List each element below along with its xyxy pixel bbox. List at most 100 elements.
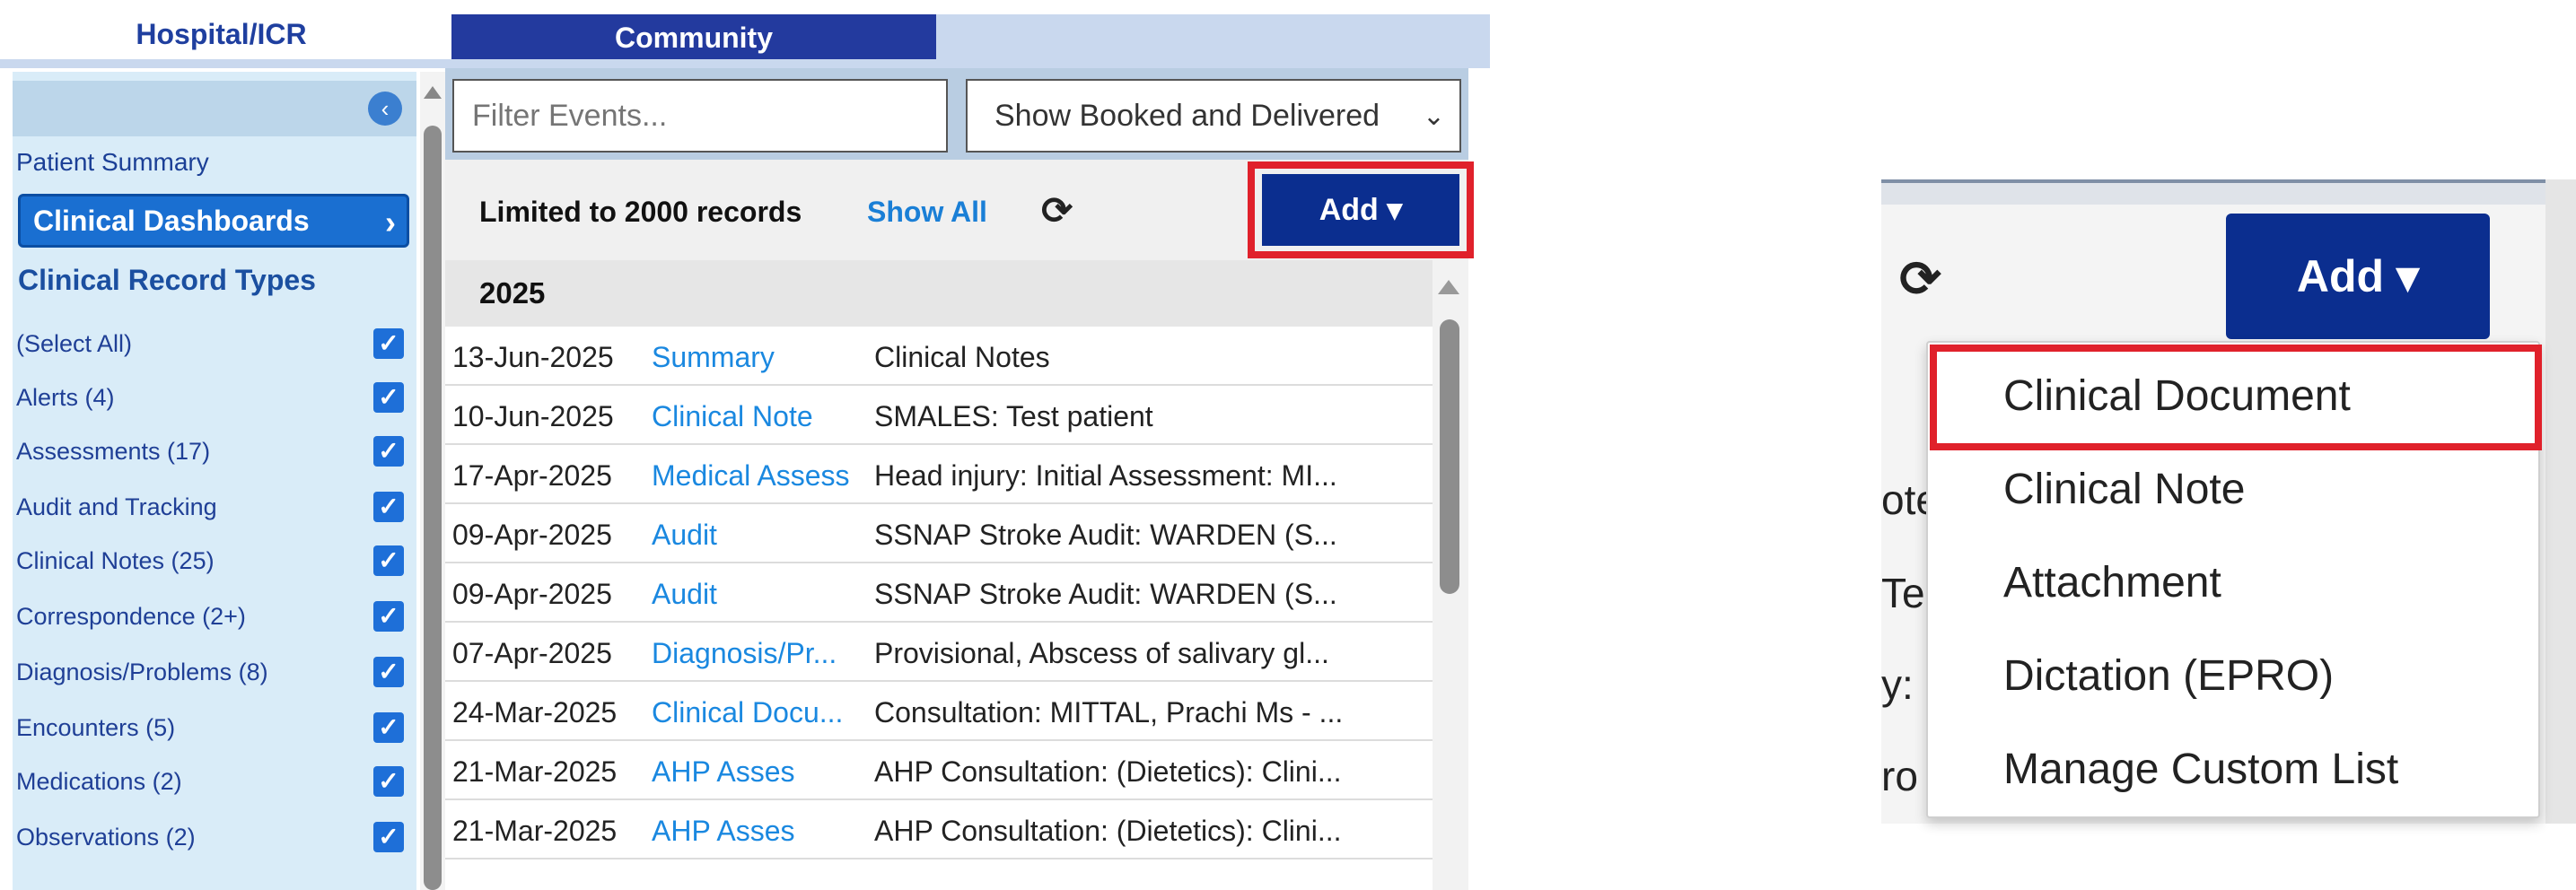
event-summary: AHP Consultation: (Dietetics): Clini... [874,815,1342,847]
checkmark-icon: ✓ [378,493,399,520]
checkmark-icon: ✓ [378,383,399,411]
record-type-label: Diagnosis/Problems (8) [16,659,268,685]
add-button[interactable]: Add ▾ [1262,174,1459,246]
checkmark-icon: ✓ [378,823,399,851]
event-type-link[interactable]: Clinical Note [652,400,867,433]
event-date: 21-Mar-2025 [452,755,618,788]
sidebar-item-clinical-dashboards[interactable]: Clinical Dashboards › [18,194,409,248]
scroll-up-arrow-icon[interactable] [424,86,442,99]
record-type-audit-tracking[interactable]: Audit and Tracking ✓ [13,481,407,537]
event-date: 13-Jun-2025 [452,341,614,373]
scroll-up-arrow-icon[interactable] [1438,280,1459,294]
record-type-observations[interactable]: Observations (2) ✓ [13,811,407,867]
event-row[interactable]: 10-Jun-2025 Clinical Note SMALES: Test p… [445,386,1433,445]
tab-hospital-icr[interactable]: Hospital/ICR [0,0,442,68]
checkmark-icon: ✓ [378,602,399,630]
select-value: Show Booked and Delivered [994,98,1380,133]
record-type-select-all[interactable]: (Select All) ✓ [13,318,407,373]
record-type-label: Clinical Notes (25) [16,547,215,574]
collapse-sidebar-button[interactable]: ‹ [368,92,402,126]
checkbox[interactable]: ✓ [373,822,404,852]
record-type-encounters[interactable]: Encounters (5) ✓ [13,702,407,757]
checkbox[interactable]: ✓ [373,545,404,576]
checkmark-icon: ✓ [378,767,399,795]
event-row[interactable]: 13-Jun-2025 Summary Clinical Notes [445,327,1433,386]
zoom-top-strip [1881,183,2549,205]
clipped-text: Te [1881,570,1925,616]
checkbox[interactable]: ✓ [373,436,404,467]
event-row[interactable]: 17-Apr-2025 Medical Assess Head injury: … [445,445,1433,504]
event-type-link[interactable]: AHP Asses [652,815,867,848]
record-type-alerts[interactable]: Alerts (4) ✓ [13,371,407,427]
tab-underline [0,59,1490,68]
event-row[interactable]: 07-Apr-2025 Diagnosis/Pr... Provisional,… [445,623,1433,682]
events-scroll-thumb[interactable] [1440,319,1459,594]
event-type-link[interactable]: Diagnosis/Pr... [652,637,867,670]
event-summary: SSNAP Stroke Audit: WARDEN (S... [874,519,1337,551]
chevron-left-icon: ‹ [381,95,390,122]
record-type-label: Correspondence (2+) [16,603,246,630]
event-date: 07-Apr-2025 [452,637,612,669]
event-date: 24-Mar-2025 [452,696,618,729]
event-row[interactable]: 09-Apr-2025 Audit SSNAP Stroke Audit: WA… [445,563,1433,623]
event-summary: AHP Consultation: (Dietetics): Clini... [874,755,1342,788]
event-summary: Provisional, Abscess of salivary gl... [874,637,1329,669]
show-status-select[interactable]: Show Booked and Delivered ⌄ [966,79,1461,153]
event-row[interactable]: 09-Apr-2025 Audit SSNAP Stroke Audit: WA… [445,504,1433,563]
event-date: 09-Apr-2025 [452,578,612,610]
event-row[interactable]: 21-Mar-2025 AHP Asses AHP Consultation: … [445,741,1433,800]
event-type-link[interactable]: Audit [652,519,867,552]
event-type-link[interactable]: Summary [652,341,867,374]
record-type-assessments[interactable]: Assessments (17) ✓ [13,425,407,481]
highlight-box [1930,345,2542,450]
add-button[interactable]: Add ▾ [2226,214,2490,339]
refresh-icon[interactable]: ⟳ [1041,188,1073,232]
checkbox[interactable]: ✓ [373,712,404,743]
tab-community[interactable]: Community [451,14,936,61]
checkmark-icon: ✓ [378,437,399,465]
checkbox[interactable]: ✓ [373,766,404,797]
record-type-label: Medications (2) [16,768,182,795]
event-summary: Consultation: MITTAL, Prachi Ms - ... [874,696,1344,729]
checkmark-icon: ✓ [378,658,399,685]
ehr-panel: Hospital/ICR Community ‹ Patient Summary… [0,0,1490,890]
menu-item-attachment[interactable]: Attachment [2003,558,2221,607]
checkbox[interactable]: ✓ [373,328,404,359]
event-type-link[interactable]: Medical Assess [652,459,867,493]
sidebar-header [13,81,416,136]
event-row[interactable]: 24-Mar-2025 Clinical Docu... Consultatio… [445,682,1433,741]
menu-item-clinical-note[interactable]: Clinical Note [2003,465,2245,514]
menu-item-dictation[interactable]: Dictation (EPRO) [2003,651,2334,701]
event-date: 17-Apr-2025 [452,459,612,492]
record-limit-text: Limited to 2000 records [479,196,802,228]
checkbox[interactable]: ✓ [373,382,404,413]
event-summary: SSNAP Stroke Audit: WARDEN (S... [874,578,1337,610]
event-type-link[interactable]: Clinical Docu... [652,696,867,729]
filter-events-input[interactable] [452,79,948,153]
event-type-link[interactable]: AHP Asses [652,755,867,789]
record-type-label: Encounters (5) [16,714,176,741]
sidebar-item-patient-summary[interactable]: Patient Summary [16,144,209,181]
event-row[interactable]: 21-Mar-2025 AHP Asses AHP Consultation: … [445,800,1433,859]
event-date: 21-Mar-2025 [452,815,618,847]
show-all-link[interactable]: Show All [867,196,987,229]
event-date: 09-Apr-2025 [452,519,612,551]
checkmark-icon: ✓ [378,713,399,741]
checkmark-icon: ✓ [378,329,399,357]
event-type-link[interactable]: Audit [652,578,867,611]
record-type-diagnosis[interactable]: Diagnosis/Problems (8) ✓ [13,646,407,702]
record-type-label: (Select All) [16,330,133,357]
checkbox[interactable]: ✓ [373,601,404,632]
record-type-medications[interactable]: Medications (2) ✓ [13,755,407,811]
menu-item-manage-custom-list[interactable]: Manage Custom List [2003,745,2398,794]
chevron-right-icon: › [385,204,396,240]
refresh-icon[interactable]: ⟳ [1899,249,1941,309]
record-type-correspondence[interactable]: Correspondence (2+) ✓ [13,590,407,646]
record-type-clinical-notes[interactable]: Clinical Notes (25) ✓ [13,535,407,590]
checkbox[interactable]: ✓ [373,657,404,687]
clipped-text: y: [1881,661,1914,708]
record-type-label: Assessments (17) [16,438,211,465]
record-type-label: Alerts (4) [16,384,115,411]
sidebar-scroll-thumb[interactable] [424,126,442,890]
checkbox[interactable]: ✓ [373,492,404,522]
